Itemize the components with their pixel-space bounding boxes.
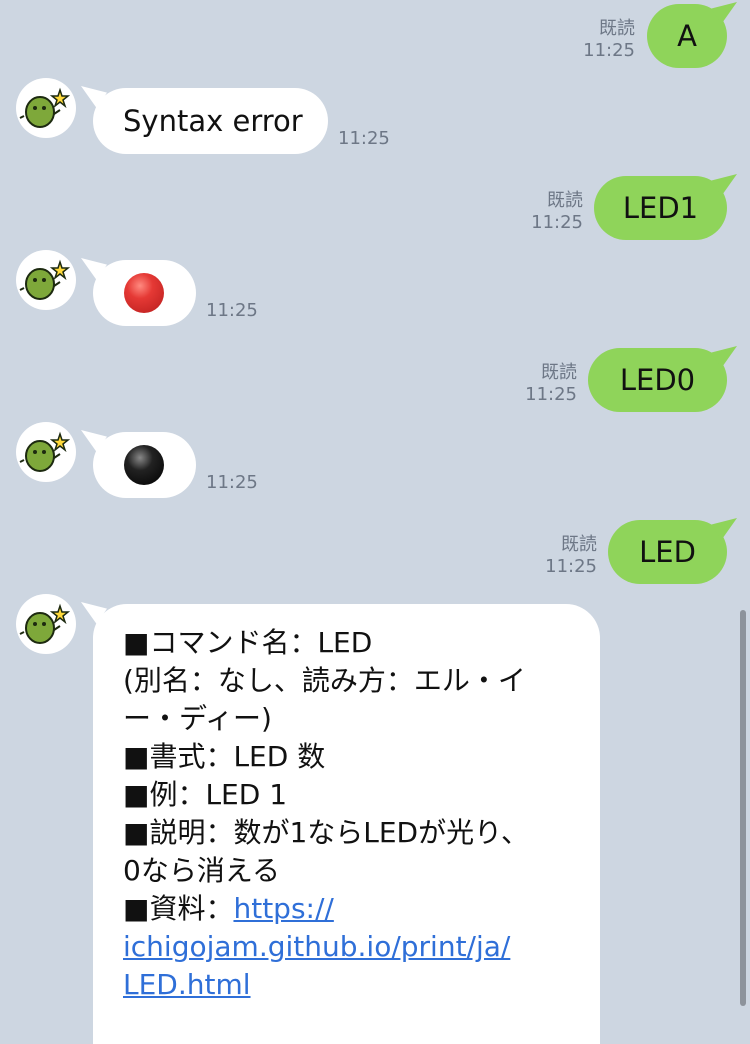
reference-link[interactable]: LED.html xyxy=(123,968,251,1001)
read-receipt: 既読 xyxy=(541,362,577,383)
read-receipt: 既読 xyxy=(561,534,597,555)
avatar[interactable] xyxy=(16,594,76,654)
reference-label: ■資料： xyxy=(123,892,234,925)
chat-screen: { "colors":{"background":"#cdd6e1","outg… xyxy=(0,0,750,1044)
message-text: LED0 xyxy=(619,363,696,397)
timestamp: 11:25 xyxy=(531,212,583,233)
reference-link[interactable]: ichigojam.github.io/print/ja/ xyxy=(123,930,510,963)
message-line: ■書式：LED 数 xyxy=(123,740,326,773)
timestamp: 11:25 xyxy=(206,472,258,493)
avatar[interactable] xyxy=(16,422,76,482)
message-bubble[interactable]: LED xyxy=(608,518,737,584)
message-line: (別名：なし、読み方：エル・イ xyxy=(123,664,526,697)
avatar[interactable] xyxy=(16,250,76,310)
message-bubble[interactable]: A xyxy=(647,2,737,68)
message-text: A xyxy=(677,19,697,53)
avatar[interactable] xyxy=(16,78,76,138)
red-circle-emoji xyxy=(124,273,164,313)
message-bubble[interactable]: LED1 xyxy=(594,174,737,240)
bot-mascot-icon xyxy=(19,87,71,128)
timestamp: 11:25 xyxy=(206,300,258,321)
message-line: 0なら消える xyxy=(123,854,280,887)
message-text: LED xyxy=(639,535,696,569)
timestamp: 11:25 xyxy=(525,384,577,405)
message-text: Syntax error xyxy=(123,104,303,138)
reference-line: ichigojam.github.io/print/ja/ xyxy=(123,928,572,966)
message-bubble[interactable] xyxy=(81,430,196,498)
message-meta: 既読 11:25 xyxy=(560,18,635,62)
message-meta: 既読 11:25 xyxy=(522,534,597,578)
read-receipt: 既読 xyxy=(547,190,583,211)
message-bubble[interactable]: Syntax error xyxy=(81,86,328,154)
message-line: ー・ディー) xyxy=(123,702,272,735)
message-line: ■例：LED 1 xyxy=(123,778,288,811)
reference-line: ■資料：https:// xyxy=(123,890,572,928)
timestamp: 11:25 xyxy=(338,128,390,149)
timestamp: 11:25 xyxy=(545,556,597,577)
message-meta: 既読 11:25 xyxy=(508,190,583,234)
message-text: LED1 xyxy=(622,191,699,225)
message-bubble[interactable]: ■コマンド名：LED (別名：なし、読み方：エル・イ ー・ディー) ■書式：LE… xyxy=(81,602,600,1044)
message-line: ■説明：数が1ならLEDが光り、 xyxy=(123,816,530,849)
scrollbar[interactable] xyxy=(740,610,746,1006)
message-line: ■コマンド名：LED xyxy=(123,626,373,659)
reference-link[interactable]: https:// xyxy=(233,892,333,925)
bot-mascot-icon xyxy=(19,603,71,644)
timestamp: 11:25 xyxy=(583,40,635,61)
message-bubble[interactable]: LED0 xyxy=(588,346,737,412)
reference-line: LED.html xyxy=(123,966,572,1004)
bot-mascot-icon xyxy=(19,259,71,300)
message-meta: 既読 11:25 xyxy=(502,362,577,406)
message-bubble[interactable] xyxy=(81,258,196,326)
bot-mascot-icon xyxy=(19,431,71,472)
read-receipt: 既読 xyxy=(599,18,635,39)
black-circle-emoji xyxy=(124,445,164,485)
